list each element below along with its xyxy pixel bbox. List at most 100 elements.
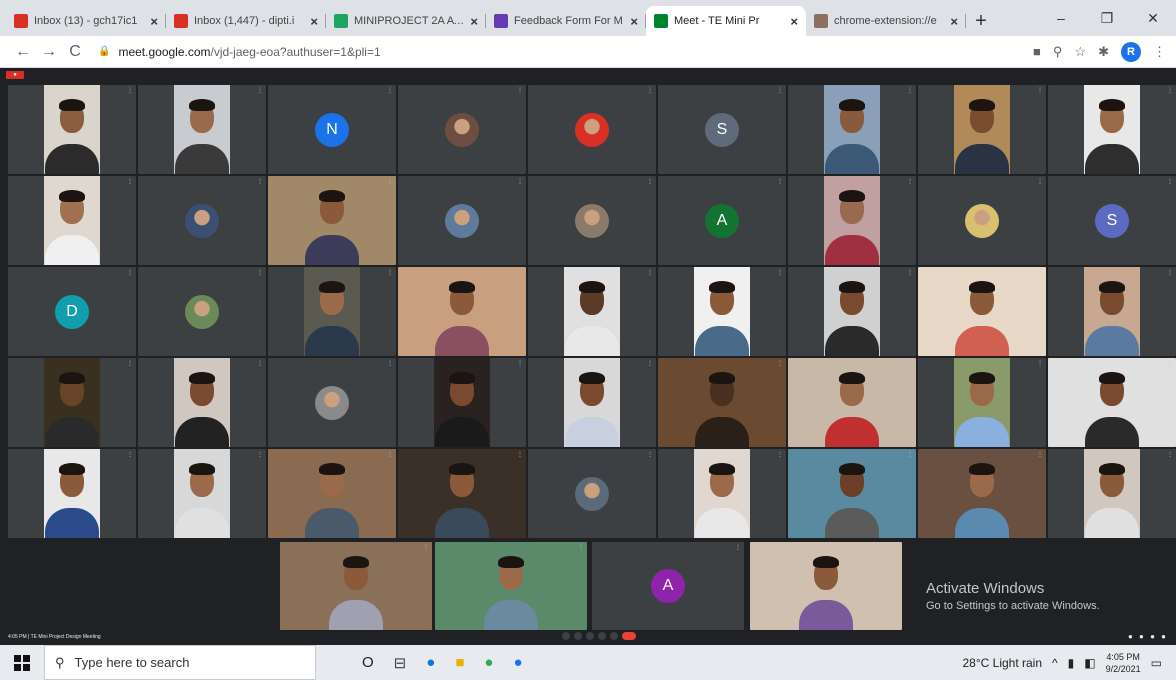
participant-tile[interactable]: ⋮ bbox=[268, 267, 396, 356]
participant-tile[interactable]: ⋮ bbox=[8, 176, 136, 265]
participant-tile[interactable]: ⋮ bbox=[918, 358, 1046, 447]
captions-button[interactable] bbox=[586, 632, 594, 640]
address-bar[interactable]: 🔒 meet.google.com/vjd-jaeg-eoa?authuser=… bbox=[98, 39, 1023, 65]
camera-button[interactable] bbox=[574, 632, 582, 640]
tile-options-icon[interactable]: ⋮ bbox=[907, 87, 913, 94]
tile-options-icon[interactable]: ⋮ bbox=[777, 360, 783, 367]
tile-options-icon[interactable]: ⋮ bbox=[517, 360, 523, 367]
participant-tile[interactable]: S ⋮ bbox=[1048, 176, 1176, 265]
tile-options-icon[interactable]: ⋮ bbox=[1167, 178, 1173, 185]
participant-tile[interactable]: ⋮ bbox=[918, 449, 1046, 538]
tile-options-icon[interactable]: ⋮ bbox=[127, 178, 133, 185]
participant-tile[interactable]: ⋮ bbox=[658, 358, 786, 447]
tile-options-icon[interactable]: ⋮ bbox=[257, 178, 263, 185]
network-icon[interactable]: ▮ bbox=[1068, 656, 1075, 670]
participant-tile[interactable]: ⋮ bbox=[1048, 85, 1176, 174]
tile-options-icon[interactable]: ⋮ bbox=[1037, 451, 1043, 458]
tile-options-icon[interactable]: ⋮ bbox=[1167, 451, 1173, 458]
tile-options-icon[interactable]: ⋮ bbox=[387, 87, 393, 94]
close-window-icon[interactable]: ✕ bbox=[1130, 10, 1176, 27]
windows-start-icon[interactable] bbox=[0, 645, 44, 680]
tile-options-icon[interactable]: ⋮ bbox=[1167, 360, 1173, 367]
participant-tile[interactable]: ⋮ bbox=[8, 449, 136, 538]
tile-options-icon[interactable]: ⋮ bbox=[257, 269, 263, 276]
tile-options-icon[interactable]: ⋮ bbox=[257, 87, 263, 94]
participant-tile[interactable]: ⋮ bbox=[138, 267, 266, 356]
participant-tile[interactable]: ⋮ bbox=[398, 267, 526, 356]
leave-call-button[interactable] bbox=[622, 632, 636, 640]
participant-tile[interactable]: ⋮ bbox=[788, 85, 916, 174]
tile-options-icon[interactable]: ⋮ bbox=[907, 178, 913, 185]
tile-options-icon[interactable]: ⋮ bbox=[387, 451, 393, 458]
participant-tile[interactable]: ⋮ bbox=[8, 85, 136, 174]
chrome-alt-icon[interactable]: ● bbox=[513, 654, 522, 671]
tile-options-icon[interactable]: ⋮ bbox=[1037, 87, 1043, 94]
tile-options-icon[interactable]: ⋮ bbox=[907, 360, 913, 367]
browser-tab[interactable]: chrome-extension://e × bbox=[806, 6, 966, 36]
minimize-icon[interactable]: – bbox=[1038, 10, 1084, 26]
participant-tile[interactable]: ⋮ bbox=[398, 358, 526, 447]
notifications-icon[interactable]: ▭ bbox=[1151, 656, 1162, 670]
tile-options-icon[interactable]: ⋮ bbox=[647, 178, 653, 185]
tile-options-icon[interactable]: ⋮ bbox=[907, 269, 913, 276]
participant-tile[interactable]: ⋮ bbox=[788, 176, 916, 265]
profile-avatar[interactable]: R bbox=[1121, 41, 1141, 62]
camera-icon[interactable]: ■ bbox=[1033, 44, 1041, 59]
participant-tile[interactable]: ⋮ bbox=[528, 358, 656, 447]
tile-options-icon[interactable]: ⋮ bbox=[735, 544, 741, 551]
participant-tile[interactable]: ⋮ bbox=[138, 85, 266, 174]
tile-options-icon[interactable]: ⋮ bbox=[1037, 269, 1043, 276]
tile-options-icon[interactable]: ⋮ bbox=[647, 269, 653, 276]
bookmark-star-icon[interactable]: ☆ bbox=[1074, 44, 1086, 60]
participant-tile[interactable]: ⋮ bbox=[1048, 449, 1176, 538]
participant-tile[interactable]: A ⋮ bbox=[592, 542, 744, 630]
browser-tab[interactable]: Feedback Form For M × bbox=[486, 6, 646, 36]
tile-options-icon[interactable]: ⋮ bbox=[387, 269, 393, 276]
volume-icon[interactable]: ◧ bbox=[1084, 656, 1095, 670]
chevron-up-icon[interactable]: ^ bbox=[1052, 656, 1058, 670]
tile-options-icon[interactable]: ⋮ bbox=[647, 360, 653, 367]
tab-close-icon[interactable]: × bbox=[470, 14, 478, 29]
tile-options-icon[interactable]: ⋮ bbox=[423, 544, 429, 551]
participant-tile[interactable]: ⋮ bbox=[528, 85, 656, 174]
participant-tile[interactable]: ⋮ bbox=[528, 449, 656, 538]
tile-options-icon[interactable]: ⋮ bbox=[1037, 360, 1043, 367]
tile-options-icon[interactable]: ⋮ bbox=[257, 451, 263, 458]
participant-tile[interactable]: ⋮ bbox=[1048, 358, 1176, 447]
tile-options-icon[interactable]: ⋮ bbox=[777, 178, 783, 185]
present-button[interactable] bbox=[598, 632, 606, 640]
tile-options-icon[interactable]: ⋮ bbox=[777, 269, 783, 276]
participant-tile[interactable]: ⋮ bbox=[528, 176, 656, 265]
tab-close-icon[interactable]: × bbox=[150, 14, 158, 29]
tile-options-icon[interactable]: ⋮ bbox=[647, 87, 653, 94]
weather-text[interactable]: 28°C Light rain bbox=[963, 656, 1043, 670]
mic-button[interactable] bbox=[562, 632, 570, 640]
participant-tile[interactable]: ⋮ bbox=[658, 449, 786, 538]
tile-options-icon[interactable]: ⋮ bbox=[257, 360, 263, 367]
participant-tile[interactable]: S ⋮ bbox=[658, 85, 786, 174]
tile-options-icon[interactable]: ⋮ bbox=[893, 544, 899, 551]
tile-options-icon[interactable]: ⋮ bbox=[517, 269, 523, 276]
participant-tile[interactable]: ⋮ bbox=[138, 176, 266, 265]
more-options-button[interactable] bbox=[610, 632, 618, 640]
tile-options-icon[interactable]: ⋮ bbox=[777, 451, 783, 458]
participant-tile[interactable]: ⋮ bbox=[750, 542, 902, 630]
tab-close-icon[interactable]: × bbox=[950, 14, 958, 29]
participant-tile[interactable]: ⋮ bbox=[138, 449, 266, 538]
participant-tile[interactable]: ⋮ bbox=[268, 358, 396, 447]
tile-options-icon[interactable]: ⋮ bbox=[127, 269, 133, 276]
participant-tile[interactable]: ⋮ bbox=[918, 267, 1046, 356]
new-tab-icon[interactable]: + bbox=[966, 6, 996, 36]
participant-tile[interactable]: ⋮ bbox=[138, 358, 266, 447]
tile-options-icon[interactable]: ⋮ bbox=[1037, 178, 1043, 185]
tile-options-icon[interactable]: ⋮ bbox=[578, 544, 584, 551]
participant-tile[interactable]: ⋮ bbox=[398, 176, 526, 265]
participant-tile[interactable]: ⋮ bbox=[528, 267, 656, 356]
cortana-icon[interactable]: O bbox=[362, 654, 374, 671]
participant-tile[interactable]: ⋮ bbox=[918, 176, 1046, 265]
tile-options-icon[interactable]: ⋮ bbox=[517, 178, 523, 185]
participant-tile[interactable]: D ⋮ bbox=[8, 267, 136, 356]
browser-tab[interactable]: Inbox (1,447) - dipti.i × bbox=[166, 6, 326, 36]
tile-options-icon[interactable]: ⋮ bbox=[127, 360, 133, 367]
tile-options-icon[interactable]: ⋮ bbox=[907, 451, 913, 458]
